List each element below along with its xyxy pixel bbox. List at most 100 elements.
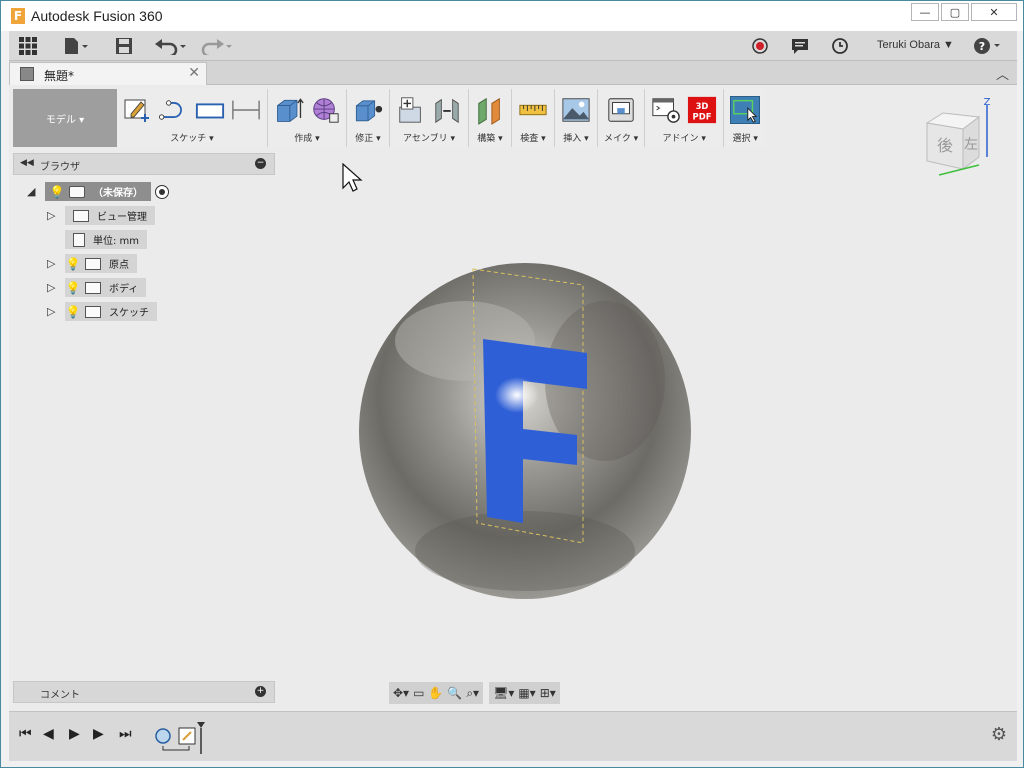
step-forward-icon[interactable]: ▶ <box>93 726 104 742</box>
visibility-bulb-icon[interactable]: 💡 <box>65 281 81 295</box>
spline-icon[interactable] <box>159 96 189 124</box>
construct-menu[interactable]: 構築 ▾ <box>477 131 502 144</box>
undo-icon[interactable] <box>154 37 188 55</box>
addins-group: 3D PDF アドイン ▾ <box>645 89 725 147</box>
browser-panel-header[interactable]: ◀◀ ブラウザ − <box>13 153 275 175</box>
folder-icon <box>85 257 101 270</box>
tree-item-label: ボディ <box>109 284 139 295</box>
visibility-bulb-icon[interactable]: 💡 <box>49 185 65 199</box>
select-tool-icon[interactable] <box>730 96 761 124</box>
viewports-icon[interactable]: ⊞▾ <box>540 686 556 700</box>
document-tab[interactable]: 無題* ✕ <box>9 62 207 85</box>
scripts-addins-icon[interactable] <box>651 96 681 124</box>
attached-canvas-icon[interactable] <box>561 96 591 124</box>
orbit-icon[interactable]: ✥▾ <box>393 686 409 700</box>
maximize-button[interactable]: ▢ <box>941 3 969 21</box>
browser-root-row[interactable]: ◢ 💡 （未保存） <box>27 182 169 201</box>
form-icon[interactable] <box>310 96 340 124</box>
inspect-menu[interactable]: 検査 ▾ <box>520 131 545 144</box>
data-panel-grid-icon[interactable] <box>19 37 37 55</box>
record-icon[interactable] <box>751 37 769 55</box>
z-axis-label: Z <box>984 97 991 108</box>
save-icon[interactable] <box>115 37 133 55</box>
design-canvas[interactable]: モデル ▾ スケッチ ▾ 作成 ▾ 修正 ▾ アセンブリ ▾ 構築 ▾ 検査 ▾… <box>9 85 1017 711</box>
close-tab-icon[interactable]: ✕ <box>188 65 200 81</box>
new-component-icon[interactable] <box>396 96 426 124</box>
timeline-features[interactable] <box>153 722 213 754</box>
create-sketch-icon[interactable] <box>123 96 153 124</box>
create-group: 作成 ▾ <box>268 89 347 147</box>
file-menu-icon[interactable] <box>63 37 89 55</box>
zoom-icon[interactable]: 🔍 <box>447 686 462 700</box>
create-menu[interactable]: 作成 ▾ <box>294 131 319 144</box>
folder-icon <box>85 281 101 294</box>
make-menu[interactable]: メイク ▾ <box>604 131 638 144</box>
3d-pdf-icon[interactable]: 3D PDF <box>687 96 717 124</box>
collapse-browser-icon[interactable]: ◀◀ <box>20 158 34 168</box>
rectangle-icon[interactable] <box>195 96 225 124</box>
tree-item-units[interactable]: 単位: mm <box>65 230 148 249</box>
tree-item-origin[interactable]: ▷ 💡 原点 <box>47 254 137 273</box>
expand-arrow-icon[interactable]: ▷ <box>47 257 59 270</box>
timeline-settings-gear-icon[interactable]: ⚙ <box>991 724 1007 745</box>
model-sphere-with-letter[interactable] <box>355 261 695 607</box>
fusion-logo-icon: F <box>11 8 25 24</box>
viewcube[interactable]: 後 左 Z <box>913 95 993 185</box>
specular-highlight <box>495 377 539 413</box>
expand-arrow-icon[interactable]: ▷ <box>47 305 59 318</box>
go-to-start-icon[interactable]: ⏮ <box>19 726 32 742</box>
measure-icon[interactable] <box>518 96 548 124</box>
offset-plane-icon[interactable] <box>475 96 505 125</box>
timeline-bar: ⏮ ◀ ▶ ▶ ⏭ ⚙ <box>9 711 1017 761</box>
display-settings-icon[interactable]: 🖥▾ <box>493 686 514 700</box>
expand-triangle-icon[interactable]: ◢ <box>27 185 39 198</box>
document-cube-icon <box>20 67 34 81</box>
step-back-icon[interactable]: ◀ <box>43 726 54 742</box>
grid-snap-icon[interactable]: ▦▾ <box>518 686 535 700</box>
redo-icon[interactable] <box>199 37 233 55</box>
activate-component-radio[interactable] <box>155 184 169 199</box>
close-window-button[interactable]: ✕ <box>971 3 1017 21</box>
visibility-bulb-off-icon[interactable]: 💡 <box>65 257 81 271</box>
pan-hand-icon[interactable]: ✋ <box>428 686 443 700</box>
addins-menu[interactable]: アドイン ▾ <box>663 131 706 144</box>
title-bar: F Autodesk Fusion 360 — ▢ ✕ <box>1 1 1023 31</box>
modify-menu[interactable]: 修正 ▾ <box>355 131 380 144</box>
folder-icon <box>73 209 89 222</box>
workspace-switcher[interactable]: モデル ▾ <box>13 89 117 147</box>
minimize-button[interactable]: — <box>911 3 939 21</box>
tree-item-bodies[interactable]: ▷ 💡 ボディ <box>47 278 147 297</box>
fit-zoom-window-icon[interactable]: ⌕▾ <box>466 686 479 701</box>
play-icon[interactable]: ▶ <box>69 726 80 742</box>
comments-panel-header[interactable]: コメント + <box>13 681 275 703</box>
3d-print-icon[interactable] <box>606 96 636 124</box>
job-status-clock-icon[interactable] <box>831 37 849 55</box>
document-units-icon <box>73 232 85 247</box>
mouse-pointer-icon <box>342 162 364 197</box>
sketch-menu[interactable]: スケッチ ▾ <box>170 131 213 144</box>
folder-icon <box>85 305 101 318</box>
chevron-up-icon[interactable]: ︿ <box>996 64 1009 83</box>
tree-item-named-views[interactable]: ▷ ビュー管理 <box>47 206 155 225</box>
expand-arrow-icon[interactable]: ▷ <box>47 281 59 294</box>
minimize-browser-icon[interactable]: − <box>255 158 266 169</box>
help-icon[interactable]: ? <box>973 37 1003 55</box>
go-to-end-icon[interactable]: ⏭ <box>119 726 132 742</box>
add-comment-icon[interactable]: + <box>255 686 266 697</box>
browser-title: ブラウザ <box>40 162 80 173</box>
window-title: Autodesk Fusion 360 <box>31 8 163 24</box>
press-pull-icon[interactable] <box>353 96 383 124</box>
extrude-icon[interactable] <box>274 96 304 124</box>
tree-item-sketches[interactable]: ▷ 💡 スケッチ <box>47 302 157 321</box>
comment-icon[interactable] <box>791 37 809 55</box>
sketch-dimension-icon[interactable] <box>231 96 261 124</box>
joint-icon[interactable] <box>432 96 462 124</box>
user-account-menu[interactable]: Teruki Obara ▼ <box>877 39 954 51</box>
expand-arrow-icon[interactable]: ▷ <box>47 209 59 222</box>
look-at-icon[interactable]: ▭ <box>413 686 424 700</box>
tree-item-label: スケッチ <box>109 308 149 319</box>
assemble-menu[interactable]: アセンブリ ▾ <box>403 131 455 144</box>
insert-menu[interactable]: 挿入 ▾ <box>563 131 588 144</box>
visibility-bulb-icon[interactable]: 💡 <box>65 305 81 319</box>
select-menu[interactable]: 選択 ▾ <box>733 131 758 144</box>
